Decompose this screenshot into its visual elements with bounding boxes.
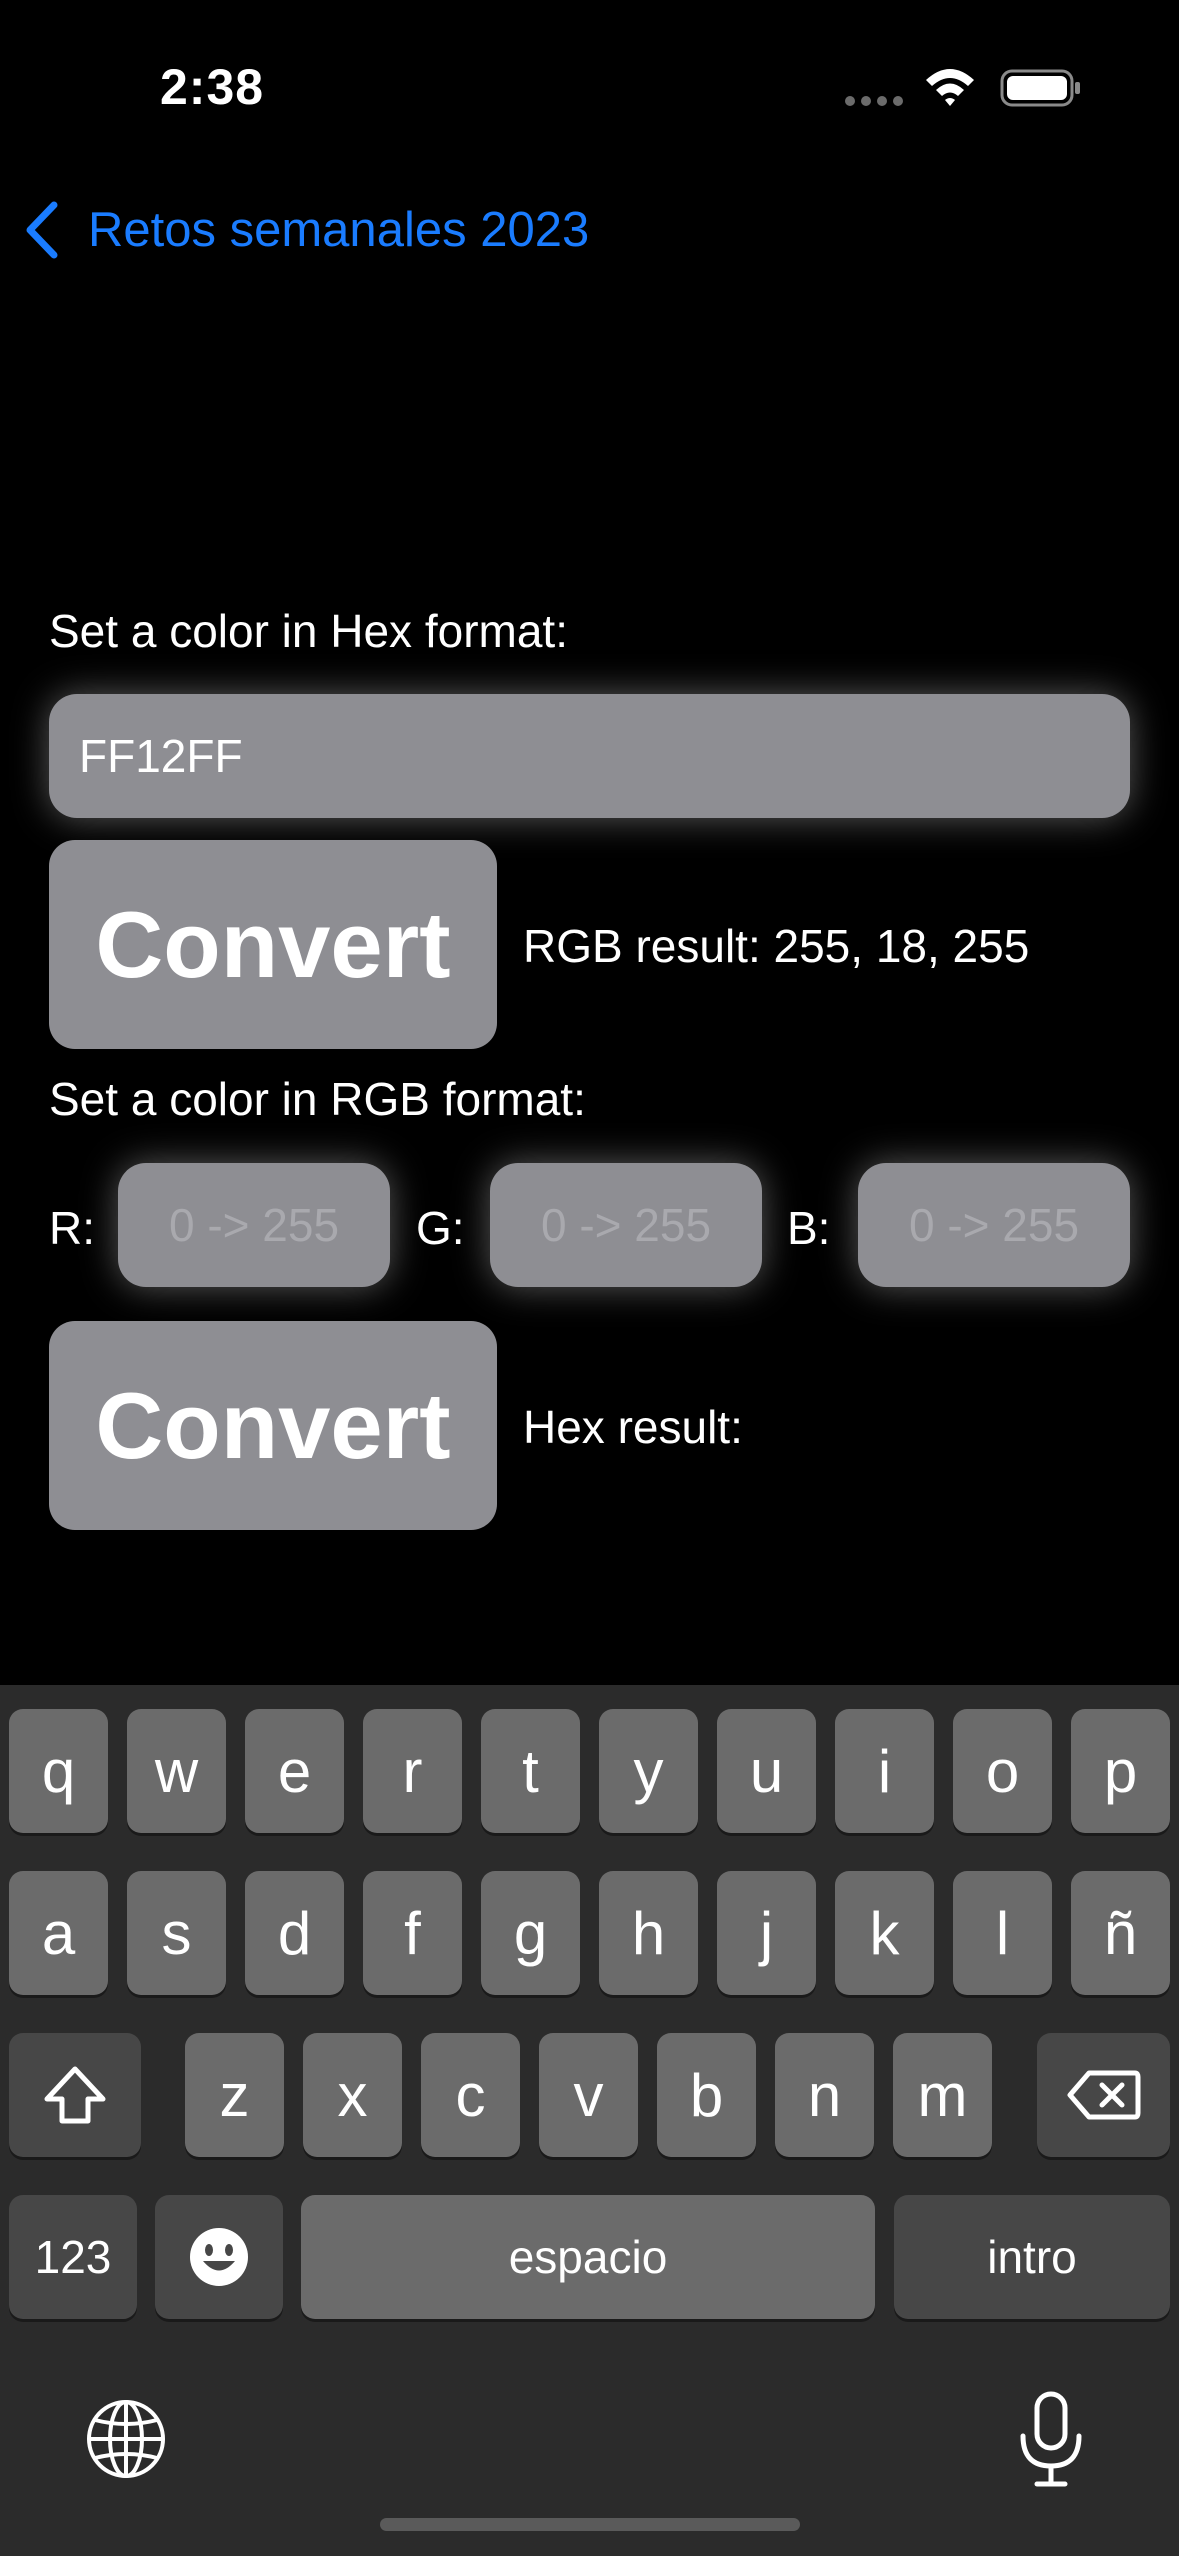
- key-f[interactable]: f: [363, 1871, 462, 1995]
- wifi-icon: [926, 69, 974, 106]
- space-key[interactable]: espacio: [301, 2195, 875, 2319]
- emoji-key[interactable]: [155, 2195, 283, 2319]
- hex-result-text: Hex result:: [523, 1401, 743, 1453]
- key-d[interactable]: d: [245, 1871, 344, 1995]
- key-v[interactable]: v: [539, 2033, 638, 2157]
- key-x[interactable]: x: [303, 2033, 402, 2157]
- key-n[interactable]: n: [775, 2033, 874, 2157]
- key-e[interactable]: e: [245, 1709, 344, 1833]
- rgb-convert-button[interactable]: Convert: [49, 1321, 497, 1530]
- hex-convert-button[interactable]: Convert: [49, 840, 497, 1049]
- key-p[interactable]: p: [1071, 1709, 1170, 1833]
- back-button[interactable]: Retos semanales 2023: [24, 195, 589, 265]
- key-l[interactable]: l: [953, 1871, 1052, 1995]
- key-y[interactable]: y: [599, 1709, 698, 1833]
- hex-input-value: FF12FF: [79, 730, 243, 782]
- g-label: G:: [416, 1202, 465, 1254]
- key-a[interactable]: a: [9, 1871, 108, 1995]
- keyboard: q w e r t y u i o p a s d f g h j k l ñ …: [0, 1685, 1179, 2556]
- key-o[interactable]: o: [953, 1709, 1052, 1833]
- g-input-placeholder: 0 -> 255: [540, 1199, 712, 1251]
- key-k[interactable]: k: [835, 1871, 934, 1995]
- back-label: Retos semanales 2023: [88, 203, 590, 257]
- key-t[interactable]: t: [481, 1709, 580, 1833]
- r-input-placeholder: 0 -> 255: [168, 1199, 340, 1251]
- b-label: B:: [787, 1202, 831, 1254]
- key-h[interactable]: h: [599, 1871, 698, 1995]
- r-label: R:: [49, 1202, 95, 1254]
- delete-key[interactable]: [1037, 2033, 1170, 2157]
- status-time: 2:38: [160, 59, 265, 115]
- key-g[interactable]: g: [481, 1871, 580, 1995]
- key-w[interactable]: w: [127, 1709, 226, 1833]
- key-r[interactable]: r: [363, 1709, 462, 1833]
- key-n-tilde[interactable]: ñ: [1071, 1871, 1170, 1995]
- shift-key[interactable]: [9, 2033, 141, 2157]
- globe-icon[interactable]: [85, 2398, 167, 2480]
- hex-input[interactable]: FF12FF: [49, 694, 1130, 818]
- home-indicator: [380, 2518, 800, 2531]
- cellular-signal-icon: [845, 96, 905, 106]
- key-q[interactable]: q: [9, 1709, 108, 1833]
- rgb-prompt-label: Set a color in RGB format:: [49, 1073, 586, 1125]
- key-z[interactable]: z: [185, 2033, 284, 2157]
- b-input-placeholder: 0 -> 255: [908, 1199, 1080, 1251]
- key-j[interactable]: j: [717, 1871, 816, 1995]
- microphone-icon[interactable]: [1015, 2390, 1087, 2490]
- b-input[interactable]: 0 -> 255: [858, 1163, 1130, 1287]
- battery-icon: [1000, 69, 1080, 107]
- key-b[interactable]: b: [657, 2033, 756, 2157]
- return-key[interactable]: intro: [894, 2195, 1170, 2319]
- rgb-result-text: RGB result: 255, 18, 255: [523, 920, 1030, 972]
- key-m[interactable]: m: [893, 2033, 992, 2157]
- numbers-key[interactable]: 123: [9, 2195, 137, 2319]
- key-s[interactable]: s: [127, 1871, 226, 1995]
- key-i[interactable]: i: [835, 1709, 934, 1833]
- g-input[interactable]: 0 -> 255: [490, 1163, 762, 1287]
- emoji-icon: [190, 2228, 248, 2286]
- key-c[interactable]: c: [421, 2033, 520, 2157]
- hex-prompt-label: Set a color in Hex format:: [49, 605, 568, 657]
- r-input[interactable]: 0 -> 255: [118, 1163, 390, 1287]
- key-u[interactable]: u: [717, 1709, 816, 1833]
- shift-icon: [44, 2066, 106, 2124]
- delete-icon: [1067, 2070, 1140, 2120]
- chevron-left-icon: [26, 201, 58, 259]
